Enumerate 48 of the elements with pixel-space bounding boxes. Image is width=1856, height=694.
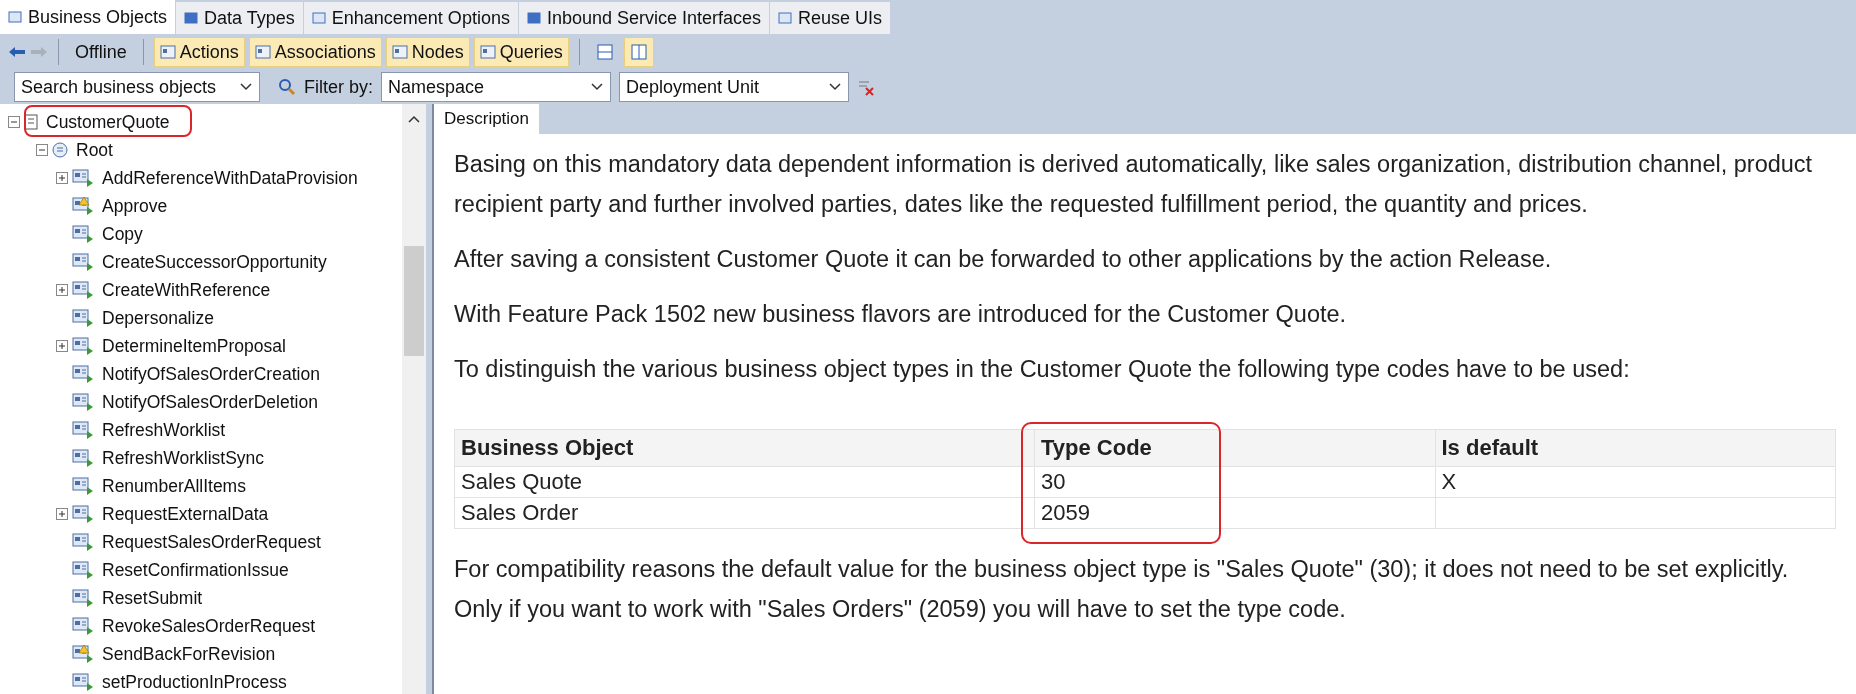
description-paragraph: To distinguish the various business object types in the Customer Quote the following type codes have to be used: [454,355,1631,384]
tab[interactable]: Enhancement Options [303,2,519,34]
tree-item[interactable]: ResetConfirmationIssue [98,559,293,581]
namespace-dropdown[interactable]: Namespace [381,72,611,102]
tree-item[interactable]: Depersonalize [98,307,218,329]
column-header: Business Object [454,429,1035,467]
tree-item[interactable]: RequestSalesOrderRequest [98,531,325,553]
tree-item[interactable]: RequestExternalData [98,503,273,525]
tree-item[interactable]: RevokeSalesOrderRequest [98,615,320,637]
table-cell: X [1435,466,1836,498]
deployment-unit-dropdown[interactable]: Deployment Unit [619,72,849,102]
tree-item[interactable]: NotifyOfSalesOrderDeletion [98,391,322,413]
tab[interactable]: Business Objects [0,0,177,34]
filter-label: Filter by: [304,76,373,98]
tree-item[interactable]: Root [72,139,117,161]
table-cell: Sales Order [454,497,1035,529]
description-paragraph: Basing on this mandatory data dependent information is derived automatically, like sales organization, distribution channel, product recipient party and further involved parties, dates like the requested fulfillment period, the quantity and prices. [454,150,1814,219]
tab[interactable]: Reuse UIs [770,2,892,34]
description-paragraph: With Feature Pack 1502 new business flavors are introduced for the Customer Quote. [454,300,1348,329]
filter-toggle-button[interactable]: Actions [153,37,245,67]
tree-item[interactable]: RefreshWorklist [98,419,230,441]
tree-item[interactable]: CustomerQuote [42,111,174,133]
filter-toggle-button[interactable]: Nodes [385,37,470,67]
table-cell: 2059 [1034,497,1435,529]
tree-item[interactable]: NotifyOfSalesOrderCreation [98,363,324,385]
search-field[interactable]: Search business objects [14,72,260,102]
tree-item[interactable]: DetermineItemProposal [98,335,290,357]
tree-item[interactable]: setProductionInProcess [98,671,291,693]
tree-item[interactable]: AddReferenceWithDataProvision [98,167,362,189]
tree-item[interactable]: Copy [98,223,147,245]
description-paragraph: For compatibility reasons the default value for the business object type is "Sales Quote" (30); it does not need to be set explicitly. Only if you want to work with "Sales Orders" (2059) you will have to set the type code. [454,555,1790,624]
tab[interactable]: Data Types [176,2,304,34]
table-cell: Sales Quote [454,466,1035,498]
tree-item[interactable]: RenumberAllItems [98,475,250,497]
table-cell: 30 [1034,466,1435,498]
column-header: Is default [1435,429,1836,467]
tree-item[interactable]: RefreshWorklistSync [98,447,269,469]
description-tab[interactable]: Description [434,104,540,134]
filter-toggle-button[interactable]: Associations [248,37,382,67]
tree-item[interactable]: SendBackForRevision [98,643,280,665]
tree-item[interactable]: CreateWithReference [98,279,275,301]
filter-toggle-button[interactable]: Queries [473,37,569,67]
offline-label[interactable]: Offline [69,41,133,63]
tab[interactable]: Inbound Service Interfaces [518,2,771,34]
description-paragraph: After saving a consistent Customer Quote it can be forwarded to other applications by the action Release. [454,245,1553,274]
tree-item[interactable]: Approve [98,195,172,217]
tree-item[interactable]: CreateSuccessorOpportunity [98,251,331,273]
tree-item[interactable]: ResetSubmit [98,587,207,609]
